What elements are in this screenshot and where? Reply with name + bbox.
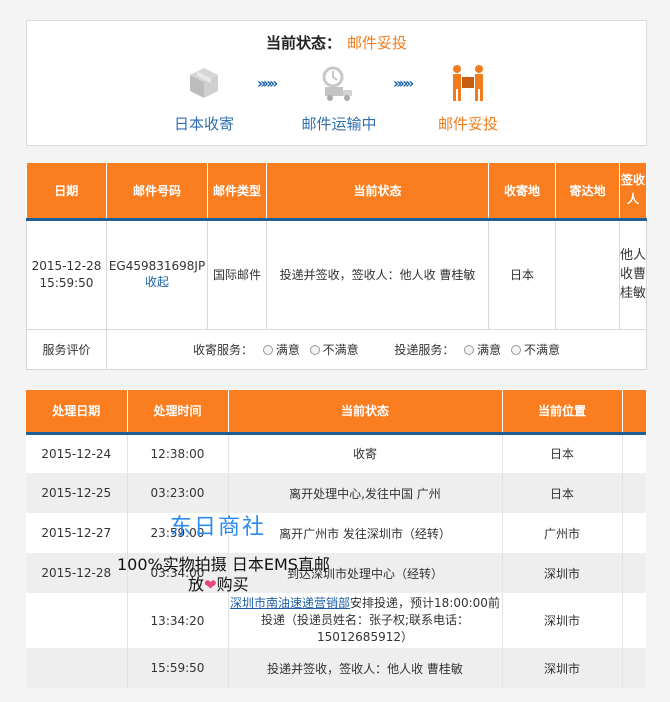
track-time: 03:34:00 [127,553,229,593]
track-status: 到达深圳市处理中心（经转） [228,553,503,593]
column-header: 寄达地 [555,163,620,221]
column-header: 邮件号码 [106,163,208,221]
radio-label: 不满意 [524,342,561,357]
column-header: 当前状态 [228,390,503,435]
track-time: 23:59:00 [127,513,229,553]
column-header: 当前位置 [502,390,623,435]
mail-status: 投递并签收，签收人：他人收 曹桂敏 [266,218,489,330]
radio-label: 满意 [275,342,300,357]
delivery-unsatisfied-radio[interactable] [511,344,522,355]
radio-label: 满意 [477,342,502,357]
tracking-page: 当前状态： 邮件妥投 日本收寄 »»» 邮件运输中 »»» 邮件妥投 日期 邮件… [0,0,670,702]
box-icon [190,68,218,98]
track-location: 广州市 [502,513,623,553]
column-header: 处理时间 [127,390,229,435]
track-location: 深圳市 [502,593,623,648]
track-date: 2015-12-27 [26,513,128,553]
column-header: 当前状态 [266,163,489,221]
track-time: 15:59:50 [127,648,229,688]
step-posted: 日本收寄 [149,63,259,134]
recall-link[interactable]: 收起 [107,273,207,290]
mail-destination [555,218,620,330]
arrows-icon: »»» [393,76,414,92]
mail-origin: 日本 [488,218,556,330]
track-status: 收寄 [228,433,503,473]
track-location: 日本 [502,433,623,473]
table-row: 13:34:20 深圳市南油速递营销部安排投递，预计18:00:00前投递（投递… [26,593,646,648]
track-status: 投递并签收，签收人：他人收 曹桂敏 [228,648,503,688]
delivery-office-link[interactable]: 深圳市南油速递营销部 [230,596,350,610]
track-time: 03:23:00 [127,473,229,513]
table-row: 15:59:50 投递并签收，签收人：他人收 曹桂敏 深圳市 [26,648,646,688]
table-row: 2015-12-28 03:34:00 到达深圳市处理中心（经转） 深圳市 [26,553,646,593]
track-time: 12:38:00 [127,433,229,473]
current-status-value: 邮件妥投 [347,34,408,52]
column-header: 日期 [26,163,107,221]
pickup-unsatisfied-radio[interactable] [309,344,320,355]
track-location: 深圳市 [502,553,623,593]
mail-date: 2015-12-28 15:59:50 [26,218,107,330]
current-status: 当前状态： 邮件妥投 [27,32,646,53]
radio-label: 不满意 [322,342,359,357]
mail-info-table: 日期 邮件号码 邮件类型 当前状态 收寄地 寄达地 签收人 2015-12-28… [26,163,647,370]
track-date: 2015-12-24 [26,433,128,473]
service-eval-label: 服务评价 [26,328,107,370]
delivery-service-label: 投递服务： [394,342,455,357]
column-header: 签收人 [619,163,647,221]
step-label: 邮件妥投 [437,115,498,133]
step-label: 邮件运输中 [301,115,377,133]
tracking-table: 处理日期 处理时间 当前状态 当前位置 2015-12-24 12:38:00 … [26,390,646,688]
truck-icon [322,66,352,101]
column-header: 处理日期 [26,390,128,435]
table-row: 2015-12-25 03:23:00 离开处理中心,发往中国 广州 日本 [26,473,646,513]
track-date [26,648,128,688]
track-date: 2015-12-25 [26,473,128,513]
service-eval-row: 服务评价 收寄服务： 满意 不满意 投递服务： 满意 不满意 [26,328,647,370]
current-status-label: 当前状态： [265,34,341,52]
table-row: 2015-12-27 23:59:00 离开广州市 发往深圳市（经转） 广州市 [26,513,646,553]
track-status: 离开处理中心,发往中国 广州 [228,473,503,513]
step-transit: 邮件运输中 [284,63,394,134]
track-date: 2015-12-28 [26,553,128,593]
step-delivered: 邮件妥投 [413,63,523,134]
track-location: 深圳市 [502,648,623,688]
track-time: 13:34:20 [127,593,229,648]
track-location: 日本 [502,473,623,513]
mail-number: EG459831698JP [108,259,206,273]
service-eval-options: 收寄服务： 满意 不满意 投递服务： 满意 不满意 [106,328,647,370]
delivery-satisfied-radio[interactable] [464,344,475,355]
delivery-icon [453,65,483,101]
step-label: 日本收寄 [173,115,234,133]
column-header: 邮件类型 [207,163,267,221]
column-header: 收寄地 [488,163,556,221]
pickup-service-label: 收寄服务： [192,342,253,357]
column-header-spacer [622,390,646,435]
status-panel: 当前状态： 邮件妥投 日本收寄 »»» 邮件运输中 »»» 邮件妥投 [26,20,647,146]
pickup-satisfied-radio[interactable] [262,344,273,355]
arrows-icon: »»» [257,76,278,92]
table-row: 2015-12-28 15:59:50 EG459831698JP 收起 国际邮… [26,218,647,330]
table-row: 2015-12-24 12:38:00 收寄 日本 [26,433,646,473]
track-status: 离开广州市 发往深圳市（经转） [228,513,503,553]
mail-signer: 他人收曹桂敏 [619,218,647,330]
mail-type: 国际邮件 [207,218,267,330]
mail-number-cell: EG459831698JP 收起 [106,218,208,330]
track-status: 深圳市南油速递营销部安排投递，预计18:00:00前投递（投递员姓名：张子权;联… [228,593,503,648]
track-date [26,593,128,648]
